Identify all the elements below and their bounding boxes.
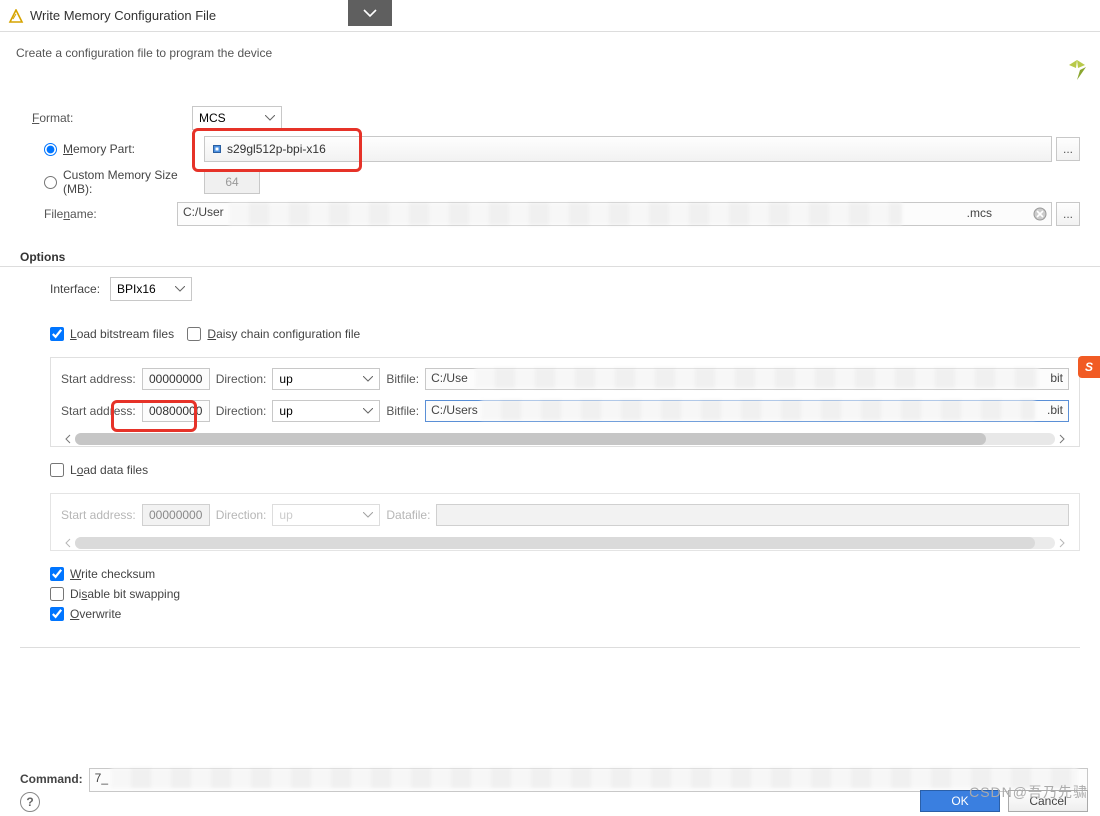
data-direction: up (272, 504, 380, 526)
filename-browse-button[interactable]: ... (1056, 202, 1080, 226)
load-data-checkbox[interactable] (50, 463, 64, 477)
daisy-chain-checkbox[interactable] (187, 327, 201, 341)
disable-bitswap-label: Disable bit swapping (70, 587, 180, 601)
write-checksum-label: Write checksum (70, 567, 155, 581)
custom-memory-radio[interactable]: Custom Memory Size (MB): (44, 168, 204, 196)
window-title: Write Memory Configuration File (30, 8, 216, 23)
load-bitstream-label: Load bitstream files (70, 327, 174, 341)
subtitle-area: Create a configuration file to program t… (0, 32, 1100, 96)
data-row: Start address: Direction: up Datafile: (61, 504, 1069, 526)
vendor-logo (1066, 58, 1088, 80)
options-heading: Options (0, 246, 1100, 267)
start-address-1[interactable] (142, 400, 210, 422)
disable-bitswap-checkbox[interactable] (50, 587, 64, 601)
load-bitstream-checkbox[interactable] (50, 327, 64, 341)
start-address-0[interactable] (142, 368, 210, 390)
datafile-scrollbar[interactable] (61, 536, 1069, 550)
command-label: Command: (20, 772, 83, 786)
bitstream-row-1: Start address: Direction: up Bitfile: C:… (61, 400, 1069, 422)
subtitle-text: Create a configuration file to program t… (16, 46, 272, 60)
memory-part-field[interactable]: s29gl512p-bpi-x16 (204, 136, 1052, 162)
memory-part-value: s29gl512p-bpi-x16 (227, 142, 326, 156)
scroll-right-icon[interactable] (1055, 536, 1069, 550)
scroll-left-icon[interactable] (61, 536, 75, 550)
direction-0[interactable]: up (272, 368, 380, 390)
titlebar: Write Memory Configuration File (0, 0, 1100, 32)
custom-memory-radio-input[interactable] (44, 176, 57, 189)
direction-1[interactable]: up (272, 400, 380, 422)
data-file (436, 504, 1069, 526)
custom-memory-input (204, 170, 260, 194)
datafile-panel: Start address: Direction: up Datafile: (50, 493, 1080, 551)
interface-label: Interface: (50, 282, 110, 296)
memory-part-browse-button[interactable]: ... (1056, 137, 1080, 161)
titlebar-dropdown-button[interactable] (348, 0, 392, 26)
help-button[interactable]: ? (20, 792, 40, 812)
filename-label: Filename: (32, 207, 177, 221)
watermark: CSDN@吾乃先骕 (969, 782, 1088, 802)
ime-badge: S (1078, 356, 1100, 378)
overwrite-checkbox[interactable] (50, 607, 64, 621)
overwrite-label: Overwrite (70, 607, 121, 621)
top-form: Format: MCS Memory Part: s29gl512p-bpi-x… (0, 96, 1100, 236)
scroll-right-icon[interactable] (1055, 432, 1069, 446)
format-label: Format: (32, 111, 192, 125)
load-data-label: Load data files (70, 463, 148, 477)
chip-icon (211, 143, 223, 155)
bitstream-row-0: Start address: Direction: up Bitfile: C:… (61, 368, 1069, 390)
memory-part-radio[interactable]: Memory Part: (44, 142, 204, 156)
command-row: Command: 7_ (20, 768, 1088, 790)
filename-clear-icon[interactable] (1032, 206, 1048, 222)
bitstream-scrollbar[interactable] (61, 432, 1069, 446)
memory-part-radio-input[interactable] (44, 143, 57, 156)
app-icon (8, 9, 24, 23)
chevron-down-icon (363, 9, 377, 18)
interface-select[interactable]: BPIx16 (110, 277, 192, 301)
daisy-chain-label: Daisy chain configuration file (207, 327, 360, 341)
write-checksum-checkbox[interactable] (50, 567, 64, 581)
scroll-left-icon[interactable] (61, 432, 75, 446)
format-select[interactable]: MCS (192, 106, 282, 130)
data-start-address (142, 504, 210, 526)
bitstream-panel: Start address: Direction: up Bitfile: C:… (50, 357, 1080, 447)
